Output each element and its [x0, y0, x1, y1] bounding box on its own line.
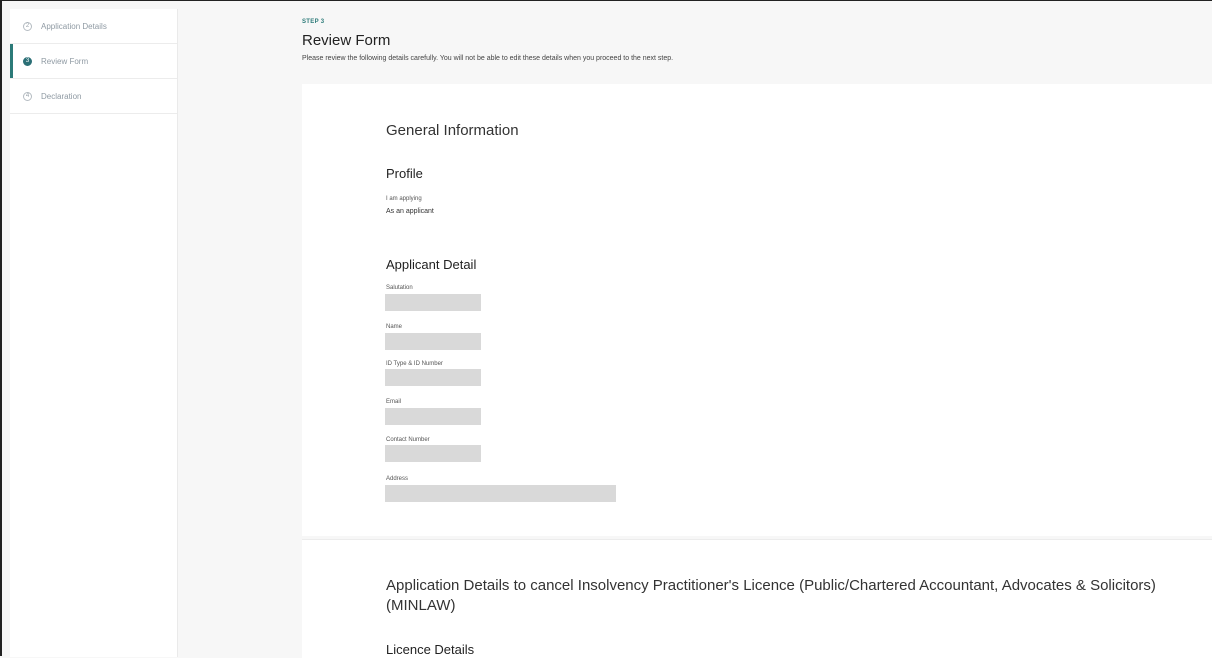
- field-label-name: Name: [386, 324, 403, 330]
- field-value-applying: As an applicant: [386, 208, 434, 215]
- field-label-applying: I am applying: [386, 196, 422, 202]
- general-information-card: General Information Profile I am applyin…: [302, 84, 1212, 536]
- steps-sidebar: 2 Application Details 3 Review Form 4 De…: [10, 9, 178, 657]
- redacted-value-contact: [385, 445, 481, 462]
- page-header: STEP 3 Review Form Please review the fol…: [302, 19, 1212, 62]
- field-label-salutation: Salutation: [386, 285, 413, 291]
- step-number-icon: 2: [23, 21, 32, 31]
- step-number-icon: 4: [23, 91, 32, 101]
- redacted-value-id: [385, 369, 481, 386]
- field-label-contact: Contact Number: [386, 437, 430, 443]
- application-details-card: Application Details to cancel Insolvency…: [302, 539, 1212, 658]
- subsection-title-profile: Profile: [386, 166, 423, 181]
- sidebar-item-application-details[interactable]: 2 Application Details: [10, 9, 177, 44]
- sidebar-item-label: Declaration: [41, 91, 82, 101]
- section-title-general: General Information: [386, 122, 519, 139]
- field-label-address: Address: [386, 476, 409, 482]
- subsection-title-licence: Licence Details: [386, 642, 475, 657]
- step-number-icon: 3: [23, 56, 32, 66]
- redacted-value-address: [385, 485, 616, 502]
- sidebar-item-label: Review Form: [41, 56, 89, 66]
- redacted-value-salutation: [385, 294, 481, 311]
- subsection-title-applicant: Applicant Detail: [386, 257, 477, 272]
- redacted-value-email: [385, 408, 481, 425]
- page-subtitle: Please review the following details care…: [302, 55, 674, 62]
- sidebar-item-review-form[interactable]: 3 Review Form: [10, 44, 177, 79]
- field-label-id: ID Type & ID Number: [386, 361, 443, 367]
- field-label-email: Email: [386, 399, 402, 405]
- sidebar-item-label: Application Details: [41, 21, 107, 31]
- sidebar-item-declaration[interactable]: 4 Declaration: [10, 79, 177, 114]
- section-title-application-details: Application Details to cancel Insolvency…: [386, 577, 1156, 614]
- step-indicator: STEP 3: [302, 19, 325, 25]
- page-title: Review Form: [302, 32, 391, 49]
- redacted-value-name: [385, 333, 481, 350]
